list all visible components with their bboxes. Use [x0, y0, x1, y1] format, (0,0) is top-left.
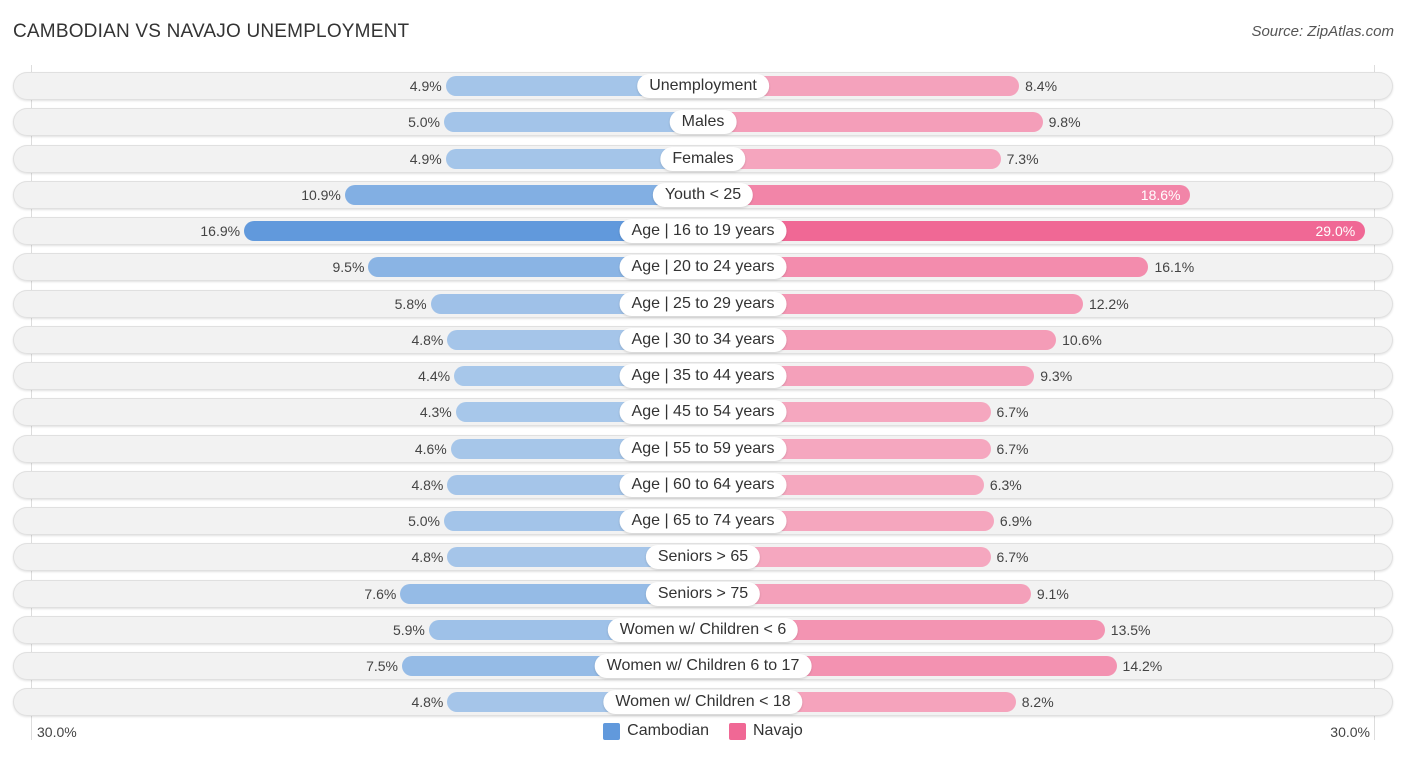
- diverging-bar-chart: 4.9% 8.4% Unemployment 5.0% 9.8% Males 4.9% 7.3…: [0, 0, 1406, 757]
- legend: Cambodian Navajo: [0, 722, 1406, 740]
- navajo-value-label: 6.9%: [999, 513, 1032, 529]
- category-label: Age | 30 to 34 years: [619, 327, 787, 352]
- cambodian-value-label: 5.9%: [392, 621, 425, 638]
- cambodian-value-label: 7.6%: [364, 585, 397, 602]
- category-label: Age | 35 to 44 years: [619, 364, 787, 388]
- navajo-value-label: 6.3%: [989, 476, 1022, 493]
- navajo-value-label: 6.7%: [996, 404, 1029, 421]
- navajo-value-label: 18.6%: [1140, 186, 1181, 203]
- navajo-value-label: 14.2%: [1122, 658, 1163, 674]
- navajo-value-label: 13.5%: [1110, 621, 1151, 638]
- navajo-bar[interactable]: [703, 184, 1191, 205]
- cambodian-value-label: 5.8%: [394, 295, 427, 312]
- cambodian-value-label: 4.6%: [414, 440, 447, 457]
- navajo-value-label: 29.0%: [1315, 223, 1356, 239]
- category-label: Males: [669, 110, 737, 135]
- category-label: Age | 65 to 74 years: [619, 509, 787, 533]
- category-label: Age | 60 to 64 years: [619, 472, 787, 497]
- legend-item-navajo[interactable]: Navajo: [729, 722, 803, 740]
- cambodian-value-label: 4.8%: [411, 549, 444, 566]
- category-label: Females: [660, 146, 746, 171]
- navajo-swatch-icon: [729, 722, 746, 740]
- category-label: Age | 45 to 54 years: [619, 400, 787, 425]
- navajo-bar[interactable]: [703, 221, 1366, 241]
- cambodian-value-label: 7.5%: [366, 658, 398, 674]
- cambodian-value-label: 9.5%: [332, 259, 365, 276]
- category-label: Women w/ Children 6 to 17: [594, 654, 812, 678]
- navajo-value-label: 6.7%: [996, 549, 1029, 566]
- cambodian-swatch-icon: [603, 722, 621, 740]
- cambodian-value-label: 4.4%: [418, 368, 451, 384]
- legend-item-cambodian[interactable]: Cambodian: [603, 722, 709, 740]
- cambodian-value-label: 4.8%: [411, 476, 444, 493]
- category-label: Age | 25 to 29 years: [619, 291, 787, 316]
- navajo-value-label: 9.1%: [1036, 585, 1069, 602]
- navajo-value-label: 9.8%: [1048, 114, 1081, 131]
- cambodian-value-label: 5.0%: [408, 513, 440, 529]
- legend-label-cambodian: Cambodian: [627, 722, 709, 739]
- category-label: Seniors > 65: [645, 545, 761, 570]
- navajo-value-label: 16.1%: [1154, 259, 1195, 276]
- category-label: Unemployment: [637, 74, 769, 98]
- category-label: Youth < 25: [652, 182, 754, 207]
- cambodian-value-label: 4.9%: [409, 150, 442, 167]
- legend-label-navajo: Navajo: [753, 722, 803, 739]
- category-label: Age | 55 to 59 years: [619, 436, 787, 461]
- navajo-bar[interactable]: [703, 112, 1043, 133]
- category-label: Women w/ Children < 18: [603, 690, 803, 715]
- cambodian-bar[interactable]: [444, 112, 703, 133]
- navajo-value-label: 12.2%: [1088, 295, 1129, 312]
- navajo-value-label: 8.2%: [1021, 694, 1054, 711]
- navajo-bar[interactable]: [703, 148, 1001, 169]
- cambodian-value-label: 4.9%: [409, 78, 442, 94]
- navajo-value-label: 10.6%: [1062, 331, 1102, 348]
- navajo-value-label: 7.3%: [1006, 150, 1039, 167]
- cambodian-value-label: 5.0%: [408, 114, 440, 131]
- category-label: Women w/ Children < 6: [607, 617, 799, 642]
- category-label: Seniors > 75: [645, 581, 761, 606]
- category-label: Age | 20 to 24 years: [619, 255, 787, 280]
- cambodian-value-label: 4.8%: [411, 331, 444, 348]
- cambodian-value-label: 4.3%: [419, 404, 452, 421]
- cambodian-value-label: 10.9%: [301, 186, 341, 203]
- cambodian-value-label: 4.8%: [411, 694, 444, 711]
- navajo-value-label: 9.3%: [1040, 368, 1073, 384]
- navajo-value-label: 6.7%: [996, 440, 1029, 457]
- cambodian-value-label: 16.9%: [200, 223, 241, 239]
- navajo-value-label: 8.4%: [1025, 78, 1058, 94]
- category-label: Age | 16 to 19 years: [619, 219, 787, 243]
- cambodian-bar[interactable]: [344, 184, 703, 205]
